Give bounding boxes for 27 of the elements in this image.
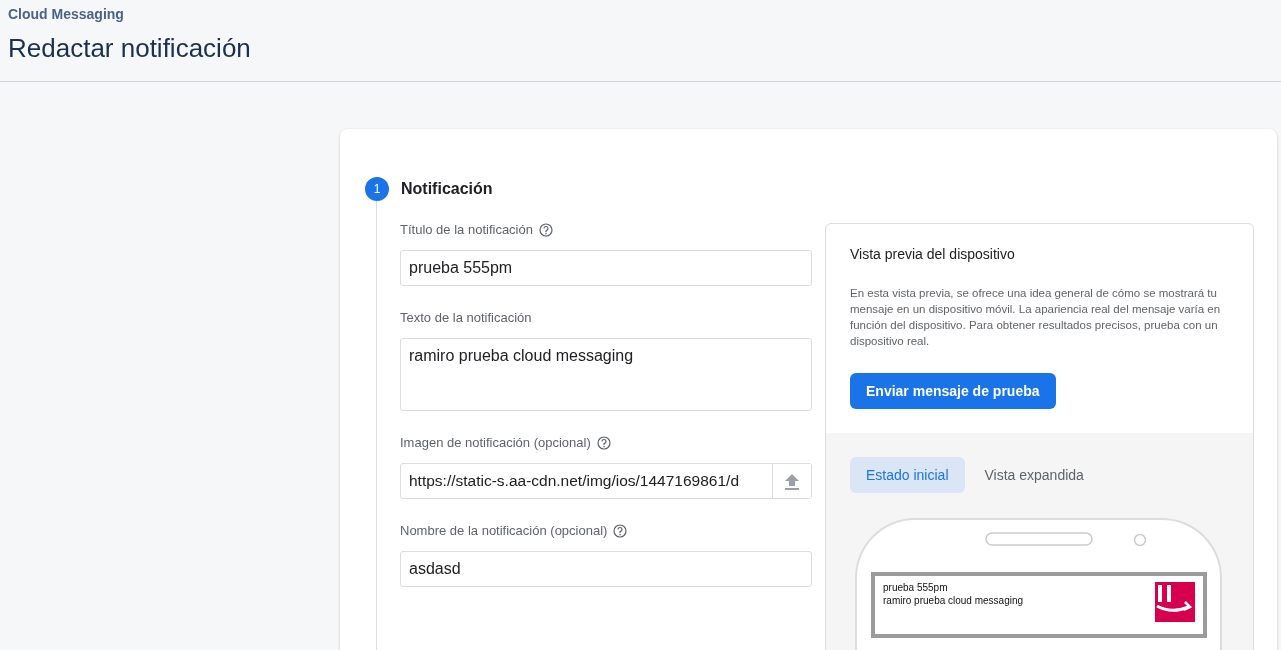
notification-text: ramiro prueba cloud messaging bbox=[883, 595, 1025, 606]
field-label: Texto de la notificación bbox=[400, 309, 532, 327]
page-title: Redactar notificación bbox=[8, 33, 252, 63]
help-icon[interactable] bbox=[538, 223, 553, 237]
notification-title: prueba 555pm bbox=[883, 582, 949, 593]
preview-tab[interactable]: Estado inicial bbox=[850, 457, 965, 493]
camera-icon bbox=[1133, 533, 1147, 547]
breadcrumb-link[interactable]: Cloud Messaging bbox=[8, 6, 124, 23]
field-label: Nombre de la notificación (opcional) bbox=[400, 522, 608, 540]
preview-tab[interactable]: Vista expandida bbox=[968, 457, 1100, 493]
step-title: Notificación bbox=[401, 180, 493, 198]
preview-description: En esta vista previa, se ofrece una idea general de cómo se mostrará tu mensaje en un dispositivo móvil. La apariencia real del mensaje varía en función del dispositivo. Para obtener resultados precisos, prueba con un dispositivo real. bbox=[850, 286, 1222, 349]
app-icon bbox=[1155, 582, 1195, 622]
text-field[interactable]: prueba 555pm bbox=[400, 250, 812, 286]
help-icon[interactable] bbox=[596, 436, 611, 450]
text-field[interactable]: asdasd bbox=[400, 551, 812, 587]
field-label: Imagen de notificación (opcional) bbox=[400, 434, 591, 452]
url-field[interactable]: https://static-s.aa-cdn.net/img/ios/1447169861/d bbox=[400, 463, 812, 499]
help-icon[interactable] bbox=[613, 524, 628, 538]
field-label: Título de la notificación bbox=[400, 221, 533, 239]
speaker-icon bbox=[985, 532, 1093, 546]
upload-icon bbox=[784, 472, 800, 490]
text-area[interactable]: ramiro prueba cloud messaging bbox=[400, 338, 812, 411]
send-test-button[interactable]: Enviar mensaje de prueba bbox=[850, 373, 1056, 409]
preview-title: Vista previa del dispositivo bbox=[850, 246, 1016, 262]
step-number: 1 bbox=[365, 177, 389, 201]
upload-button[interactable] bbox=[772, 464, 811, 498]
